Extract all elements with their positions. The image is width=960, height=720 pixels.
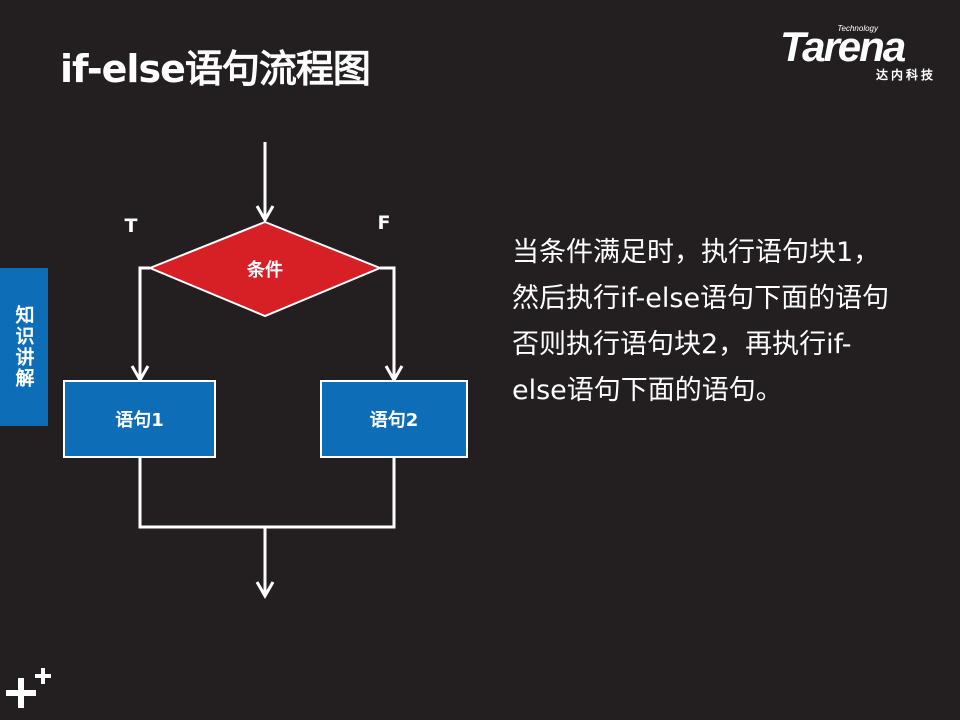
description-line-3: 否则执行语句块2，再执行if- (512, 329, 852, 360)
description-line-4: else语句下面的语句。 (512, 375, 783, 406)
true-branch-line (138, 266, 150, 378)
merge-line (138, 457, 396, 529)
statement-2-label: 语句2 (370, 409, 419, 431)
true-label: T (125, 215, 138, 237)
description-line-1: 当条件满足时，执行语句块1， (512, 237, 881, 268)
false-label: F (378, 212, 391, 234)
plus-plus-icon (6, 668, 51, 708)
statement-1-label: 语句1 (115, 409, 164, 431)
description-text: 当条件满足时，执行语句块1， 然后执行if-else语句下面的语句 否则执行语句… (512, 230, 952, 414)
description-line-2: 然后执行if-else语句下面的语句 (512, 283, 890, 314)
false-branch-line (380, 266, 396, 378)
decision-label: 条件 (246, 259, 283, 281)
